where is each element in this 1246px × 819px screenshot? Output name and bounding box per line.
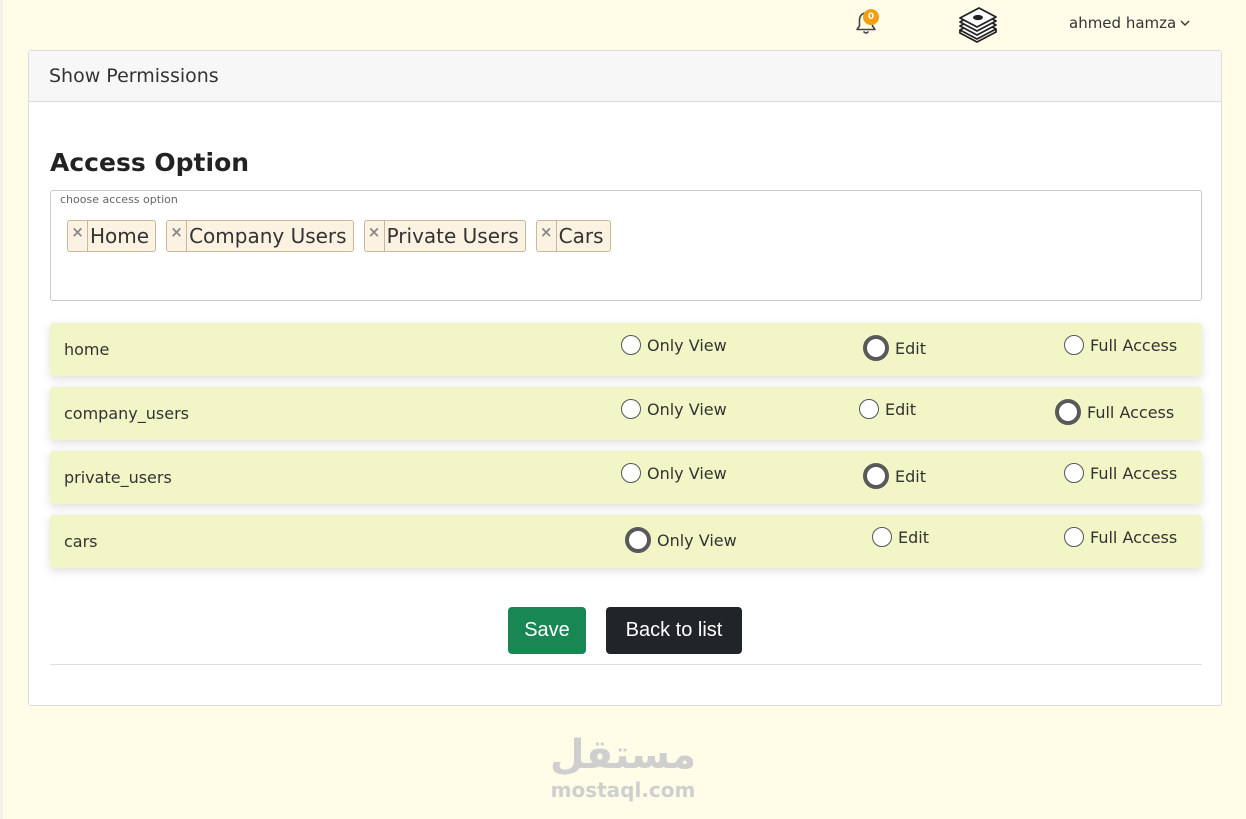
permission-name: home bbox=[64, 340, 110, 359]
option-label: Full Access bbox=[1090, 527, 1178, 547]
chip-cars: × Cars bbox=[535, 220, 611, 252]
remove-chip-icon[interactable]: × bbox=[167, 221, 188, 251]
radio-edit[interactable] bbox=[863, 335, 889, 361]
chip-label: Cars bbox=[558, 224, 604, 248]
radio-edit[interactable] bbox=[872, 527, 892, 547]
permission-name: company_users bbox=[64, 404, 189, 423]
option-edit[interactable]: Edit bbox=[872, 527, 929, 547]
option-edit[interactable]: Edit bbox=[859, 399, 916, 419]
radio-edit[interactable] bbox=[863, 463, 889, 489]
back-to-list-button[interactable]: Back to list bbox=[606, 607, 742, 654]
select-label: choose access option bbox=[60, 193, 178, 206]
option-label: Only View bbox=[657, 530, 737, 550]
chevron-down-icon bbox=[1180, 20, 1190, 26]
option-full-access[interactable]: Full Access bbox=[1064, 527, 1177, 547]
option-label: Full Access bbox=[1090, 335, 1178, 355]
permission-name: cars bbox=[64, 532, 98, 551]
selected-chips: × Home × Company Users × Private Users ×… bbox=[67, 220, 611, 252]
radio-only-view[interactable] bbox=[621, 399, 641, 419]
radio-only-view[interactable] bbox=[621, 463, 641, 483]
notification-badge: 0 bbox=[863, 9, 879, 25]
radio-edit[interactable] bbox=[859, 399, 879, 419]
user-menu[interactable]: ahmed hamza bbox=[1069, 14, 1190, 32]
watermark-latin: mostaql.com bbox=[550, 778, 696, 802]
option-label: Edit bbox=[898, 527, 929, 547]
user-name: ahmed hamza bbox=[1069, 14, 1177, 32]
remove-chip-icon[interactable]: × bbox=[537, 221, 557, 251]
card-title: Show Permissions bbox=[49, 65, 219, 87]
option-label: Full Access bbox=[1087, 402, 1175, 422]
permission-name: private_users bbox=[64, 468, 172, 487]
option-only-view[interactable]: Only View bbox=[625, 527, 737, 553]
remove-chip-icon[interactable]: × bbox=[365, 221, 385, 251]
chip-home: × Home bbox=[67, 220, 157, 252]
left-edge bbox=[0, 0, 3, 819]
option-label: Full Access bbox=[1090, 463, 1178, 483]
radio-full-access[interactable] bbox=[1055, 399, 1081, 425]
chip-label: Home bbox=[90, 224, 150, 248]
permission-row-cars: cars Only View Edit Full Access bbox=[50, 515, 1202, 568]
option-label: Edit bbox=[885, 399, 916, 419]
option-label: Only View bbox=[647, 463, 727, 483]
option-label: Edit bbox=[895, 338, 926, 358]
radio-full-access[interactable] bbox=[1064, 527, 1084, 547]
radio-full-access[interactable] bbox=[1064, 335, 1084, 355]
option-full-access[interactable]: Full Access bbox=[1064, 335, 1177, 355]
section-title: Access Option bbox=[50, 148, 250, 177]
permissions-card: Show Permissions Access Option choose ac… bbox=[28, 50, 1222, 706]
option-edit[interactable]: Edit bbox=[863, 463, 926, 489]
chip-company-users: × Company Users bbox=[166, 220, 354, 252]
option-only-view[interactable]: Only View bbox=[621, 335, 727, 355]
option-edit[interactable]: Edit bbox=[863, 335, 926, 361]
option-full-access[interactable]: Full Access bbox=[1055, 399, 1174, 425]
top-bar: 0 ahmed hamza bbox=[0, 0, 1246, 50]
watermark-arabic: مستقل bbox=[549, 732, 697, 778]
save-button[interactable]: Save bbox=[508, 607, 586, 654]
option-label: Only View bbox=[647, 399, 727, 419]
option-label: Edit bbox=[895, 466, 926, 486]
divider bbox=[50, 664, 1202, 665]
option-only-view[interactable]: Only View bbox=[621, 463, 727, 483]
money-stack-icon[interactable] bbox=[957, 4, 999, 44]
mostaql-watermark: مستقل mostaql.com bbox=[547, 731, 699, 801]
chip-label: Private Users bbox=[386, 224, 519, 248]
permission-row-company-users: company_users Only View Edit Full Access bbox=[50, 387, 1202, 440]
option-label: Only View bbox=[647, 335, 727, 355]
radio-full-access[interactable] bbox=[1064, 463, 1084, 483]
radio-only-view[interactable] bbox=[621, 335, 641, 355]
permission-row-private-users: private_users Only View Edit Full Access bbox=[50, 451, 1202, 504]
remove-chip-icon[interactable]: × bbox=[68, 221, 88, 251]
radio-only-view[interactable] bbox=[625, 527, 651, 553]
chip-label: Company Users bbox=[189, 224, 347, 248]
chip-private-users: × Private Users bbox=[363, 220, 526, 252]
card-header: Show Permissions bbox=[29, 51, 1221, 102]
permission-row-home: home Only View Edit Full Access bbox=[50, 323, 1202, 376]
option-full-access[interactable]: Full Access bbox=[1064, 463, 1177, 483]
access-option-select[interactable]: choose access option × Home × Company Us… bbox=[50, 190, 1202, 301]
option-only-view[interactable]: Only View bbox=[621, 399, 727, 419]
